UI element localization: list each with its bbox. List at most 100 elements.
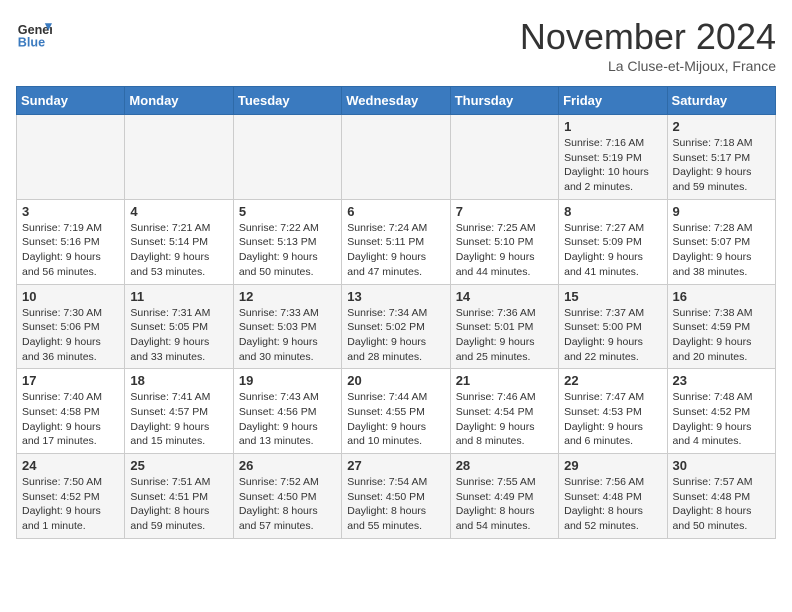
title-area: November 2024 La Cluse-et-Mijoux, France [520, 16, 776, 74]
day-info: Sunrise: 7:48 AMSunset: 4:52 PMDaylight:… [673, 390, 770, 449]
weekday-header-monday: Monday [125, 87, 233, 115]
calendar-cell: 21Sunrise: 7:46 AMSunset: 4:54 PMDayligh… [450, 369, 558, 454]
calendar-cell: 20Sunrise: 7:44 AMSunset: 4:55 PMDayligh… [342, 369, 450, 454]
day-info: Sunrise: 7:24 AMSunset: 5:11 PMDaylight:… [347, 221, 444, 280]
weekday-header-row: SundayMondayTuesdayWednesdayThursdayFrid… [17, 87, 776, 115]
month-title: November 2024 [520, 16, 776, 58]
week-row-4: 24 Sunrise: 7:50 AMSunset: 4:52 PMDayligh… [17, 454, 776, 539]
week-row-3: 17 Sunrise: 7:40 AMSunset: 4:58 PMDayligh… [17, 369, 776, 454]
day-info: Sunrise: 7:44 AMSunset: 4:55 PMDaylight:… [347, 390, 444, 449]
calendar-cell: 16Sunrise: 7:38 AMSunset: 4:59 PMDayligh… [667, 284, 775, 369]
calendar-cell: 18Sunrise: 7:41 AMSunset: 4:57 PMDayligh… [125, 369, 233, 454]
day-info: Sunrise: 7:57 AMSunset: 4:48 PMDaylight:… [673, 475, 770, 534]
calendar-cell: 23 Sunrise: 7:48 AMSunset: 4:52 PMDayligh… [667, 369, 775, 454]
logo: General Blue [16, 16, 52, 52]
day-number: 22 [564, 373, 661, 388]
day-number: 30 [673, 458, 770, 473]
calendar-cell [342, 115, 450, 200]
weekday-header-tuesday: Tuesday [233, 87, 341, 115]
day-info: Sunrise: 7:25 AMSunset: 5:10 PMDaylight:… [456, 221, 553, 280]
calendar-cell [233, 115, 341, 200]
day-number: 29 [564, 458, 661, 473]
day-info: Sunrise: 7:37 AMSunset: 5:00 PMDaylight:… [564, 306, 661, 365]
location: La Cluse-et-Mijoux, France [520, 58, 776, 74]
day-info: Sunrise: 7:28 AMSunset: 5:07 PMDaylight:… [673, 221, 770, 280]
logo-icon: General Blue [16, 16, 52, 52]
day-number: 25 [130, 458, 227, 473]
calendar-cell: 26 Sunrise: 7:52 AMSunset: 4:50 PMDayligh… [233, 454, 341, 539]
calendar-cell: 11Sunrise: 7:31 AMSunset: 5:05 PMDayligh… [125, 284, 233, 369]
day-info: Sunrise: 7:22 AMSunset: 5:13 PMDaylight:… [239, 221, 336, 280]
day-number: 23 [673, 373, 770, 388]
day-number: 5 [239, 204, 336, 219]
calendar-cell: 25Sunrise: 7:51 AMSunset: 4:51 PMDayligh… [125, 454, 233, 539]
calendar-cell: 19 Sunrise: 7:43 AMSunset: 4:56 PMDayligh… [233, 369, 341, 454]
day-info: Sunrise: 7:36 AMSunset: 5:01 PMDaylight:… [456, 306, 553, 365]
svg-text:Blue: Blue [18, 36, 45, 50]
week-row-0: 1 Sunrise: 7:16 AMSunset: 5:19 PMDaylight… [17, 115, 776, 200]
day-info: Sunrise: 7:47 AMSunset: 4:53 PMDaylight:… [564, 390, 661, 449]
day-number: 4 [130, 204, 227, 219]
day-info: Sunrise: 7:27 AMSunset: 5:09 PMDaylight:… [564, 221, 661, 280]
calendar-cell: 27Sunrise: 7:54 AMSunset: 4:50 PMDayligh… [342, 454, 450, 539]
day-number: 26 [239, 458, 336, 473]
weekday-header-wednesday: Wednesday [342, 87, 450, 115]
day-info: Sunrise: 7:52 AMSunset: 4:50 PMDaylight:… [239, 475, 336, 534]
day-number: 1 [564, 119, 661, 134]
day-number: 28 [456, 458, 553, 473]
day-info: Sunrise: 7:16 AMSunset: 5:19 PMDaylight:… [564, 136, 661, 195]
calendar-cell: 2 Sunrise: 7:18 AMSunset: 5:17 PMDaylight… [667, 115, 775, 200]
day-info: Sunrise: 7:30 AMSunset: 5:06 PMDaylight:… [22, 306, 119, 365]
day-info: Sunrise: 7:55 AMSunset: 4:49 PMDaylight:… [456, 475, 553, 534]
day-number: 12 [239, 289, 336, 304]
day-info: Sunrise: 7:34 AMSunset: 5:02 PMDaylight:… [347, 306, 444, 365]
calendar-cell: 14 Sunrise: 7:36 AMSunset: 5:01 PMDayligh… [450, 284, 558, 369]
calendar-cell: 6 Sunrise: 7:24 AMSunset: 5:11 PMDaylight… [342, 199, 450, 284]
week-row-2: 10 Sunrise: 7:30 AMSunset: 5:06 PMDayligh… [17, 284, 776, 369]
day-info: Sunrise: 7:56 AMSunset: 4:48 PMDaylight:… [564, 475, 661, 534]
day-info: Sunrise: 7:50 AMSunset: 4:52 PMDaylight:… [22, 475, 119, 534]
weekday-header-saturday: Saturday [667, 87, 775, 115]
day-number: 19 [239, 373, 336, 388]
day-info: Sunrise: 7:40 AMSunset: 4:58 PMDaylight:… [22, 390, 119, 449]
weekday-header-friday: Friday [559, 87, 667, 115]
calendar-cell: 3 Sunrise: 7:19 AMSunset: 5:16 PMDaylight… [17, 199, 125, 284]
calendar-cell [450, 115, 558, 200]
day-info: Sunrise: 7:33 AMSunset: 5:03 PMDaylight:… [239, 306, 336, 365]
calendar-cell: 28 Sunrise: 7:55 AMSunset: 4:49 PMDayligh… [450, 454, 558, 539]
day-number: 10 [22, 289, 119, 304]
calendar-cell: 4 Sunrise: 7:21 AMSunset: 5:14 PMDaylight… [125, 199, 233, 284]
calendar-cell: 9 Sunrise: 7:28 AMSunset: 5:07 PMDaylight… [667, 199, 775, 284]
day-number: 14 [456, 289, 553, 304]
day-info: Sunrise: 7:19 AMSunset: 5:16 PMDaylight:… [22, 221, 119, 280]
calendar-cell: 7 Sunrise: 7:25 AMSunset: 5:10 PMDaylight… [450, 199, 558, 284]
day-number: 15 [564, 289, 661, 304]
day-number: 6 [347, 204, 444, 219]
day-number: 27 [347, 458, 444, 473]
day-number: 3 [22, 204, 119, 219]
day-info: Sunrise: 7:43 AMSunset: 4:56 PMDaylight:… [239, 390, 336, 449]
day-number: 7 [456, 204, 553, 219]
day-number: 17 [22, 373, 119, 388]
day-number: 2 [673, 119, 770, 134]
calendar-cell: 22 Sunrise: 7:47 AMSunset: 4:53 PMDayligh… [559, 369, 667, 454]
day-number: 8 [564, 204, 661, 219]
day-number: 21 [456, 373, 553, 388]
calendar-cell: 8 Sunrise: 7:27 AMSunset: 5:09 PMDaylight… [559, 199, 667, 284]
calendar-cell: 30 Sunrise: 7:57 AMSunset: 4:48 PMDayligh… [667, 454, 775, 539]
calendar-cell: 15 Sunrise: 7:37 AMSunset: 5:00 PMDayligh… [559, 284, 667, 369]
day-info: Sunrise: 7:41 AMSunset: 4:57 PMDaylight:… [130, 390, 227, 449]
calendar-cell [125, 115, 233, 200]
day-number: 9 [673, 204, 770, 219]
calendar-cell: 10 Sunrise: 7:30 AMSunset: 5:06 PMDayligh… [17, 284, 125, 369]
calendar-cell: 13Sunrise: 7:34 AMSunset: 5:02 PMDayligh… [342, 284, 450, 369]
calendar-cell: 24 Sunrise: 7:50 AMSunset: 4:52 PMDayligh… [17, 454, 125, 539]
day-number: 11 [130, 289, 227, 304]
day-number: 24 [22, 458, 119, 473]
calendar-cell: 17 Sunrise: 7:40 AMSunset: 4:58 PMDayligh… [17, 369, 125, 454]
week-row-1: 3 Sunrise: 7:19 AMSunset: 5:16 PMDaylight… [17, 199, 776, 284]
day-info: Sunrise: 7:38 AMSunset: 4:59 PMDaylight:… [673, 306, 770, 365]
day-info: Sunrise: 7:18 AMSunset: 5:17 PMDaylight:… [673, 136, 770, 195]
calendar-cell: 1 Sunrise: 7:16 AMSunset: 5:19 PMDaylight… [559, 115, 667, 200]
day-info: Sunrise: 7:21 AMSunset: 5:14 PMDaylight:… [130, 221, 227, 280]
